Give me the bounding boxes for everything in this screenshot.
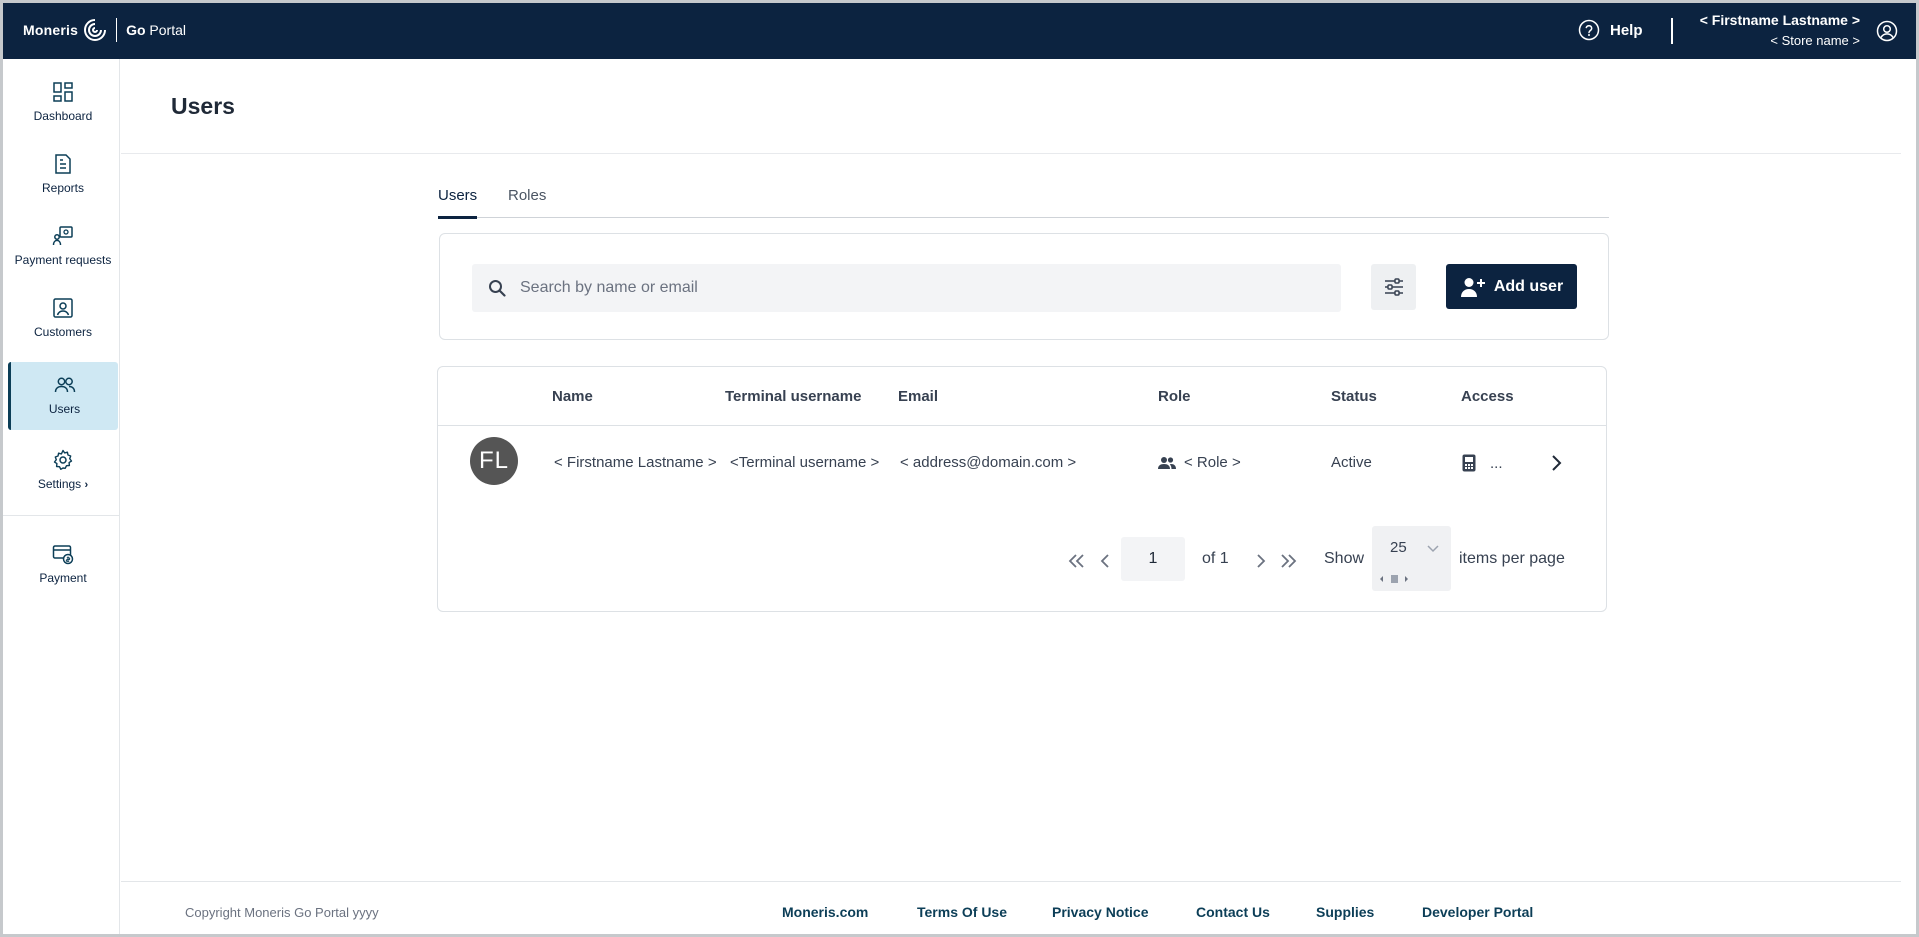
sidebar-item-dashboard[interactable]: Dashboard — [8, 69, 118, 137]
gear-icon — [53, 449, 73, 470]
footer-link-moneris[interactable]: Moneris.com — [782, 904, 868, 920]
footer-link-privacy[interactable]: Privacy Notice — [1052, 904, 1149, 920]
help-label: Help — [1610, 21, 1643, 39]
first-page-icon[interactable] — [1067, 553, 1087, 569]
sidebar-item-label: Payment — [39, 571, 87, 585]
page-header: Users — [121, 59, 1901, 154]
sidebar-item-label: Customers — [33, 325, 92, 339]
show-label: Show — [1324, 550, 1365, 567]
cell-status: Active — [1331, 454, 1372, 471]
column-header-role[interactable]: Role — [1158, 388, 1191, 405]
sidebar-item-label: Users — [48, 402, 81, 416]
select-scrollbar[interactable] — [1378, 574, 1412, 584]
role-label: < Role > — [1184, 454, 1241, 471]
app-frame: Moneris Go Portal Help < Firstname Lastn… — [0, 0, 1919, 937]
user-name: < Firstname Lastname > — [1699, 12, 1860, 28]
chevron-right-icon[interactable] — [1551, 453, 1563, 473]
sidebar-item-users[interactable]: Users — [8, 362, 118, 430]
sliders-icon — [1384, 278, 1403, 296]
previous-page-icon[interactable] — [1099, 553, 1111, 569]
users-icon — [54, 377, 75, 393]
sidebar-item-reports[interactable]: Reports — [8, 141, 118, 209]
brand-name: Moneris — [23, 22, 79, 38]
sidebar-divider — [3, 515, 120, 516]
cell-access: ... — [1462, 454, 1503, 472]
items-per-page-select[interactable]: 25 — [1372, 526, 1451, 591]
footer-link-supplies[interactable]: Supplies — [1316, 904, 1374, 920]
terminal-icon — [1462, 454, 1476, 472]
moneris-swirl-icon — [84, 19, 107, 41]
sidebar-item-payment-requests[interactable]: Payment requests — [8, 213, 118, 281]
page-title: Users — [171, 93, 235, 119]
cell-email: < address@domain.com > — [900, 454, 1077, 471]
items-per-page-label: items per page — [1459, 550, 1565, 567]
page-number-input[interactable] — [1121, 537, 1185, 581]
add-user-icon — [1460, 277, 1485, 297]
cell-role: < Role > — [1158, 454, 1241, 471]
brand-logo[interactable]: Moneris Go Portal — [23, 17, 186, 43]
column-header-status[interactable]: Status — [1331, 388, 1377, 405]
profile-icon[interactable] — [1876, 20, 1898, 42]
sidebar-item-label: Settings › — [38, 477, 88, 491]
pagination: of 1 Show 25 items per page — [438, 526, 1606, 591]
product-suffix: Portal — [149, 22, 186, 38]
role-group-icon — [1158, 456, 1176, 469]
search-box[interactable] — [472, 264, 1341, 312]
tab-roles[interactable]: Roles — [508, 187, 546, 216]
customers-icon — [53, 298, 73, 318]
column-header-email[interactable]: Email — [898, 388, 938, 405]
chevron-down-icon — [1427, 545, 1439, 553]
settings-label: Settings — [37, 477, 82, 491]
next-page-icon[interactable] — [1255, 553, 1267, 569]
sidebar-item-settings[interactable]: Settings › — [8, 437, 118, 505]
copyright: Copyright Moneris Go Portal yyyy — [185, 905, 379, 920]
chevron-right-icon: › — [84, 479, 89, 491]
filter-button[interactable] — [1371, 264, 1416, 310]
table-row[interactable]: FL < Firstname Lastname > <Terminal user… — [438, 427, 1606, 505]
product-name: Go Portal — [126, 22, 186, 38]
tab-users[interactable]: Users — [438, 187, 478, 219]
brand-divider — [116, 18, 118, 42]
payment-icon — [52, 545, 74, 565]
column-header-name[interactable]: Name — [552, 388, 593, 405]
sidebar-item-customers[interactable]: Customers — [8, 285, 118, 353]
cell-name: < Firstname Lastname > — [554, 454, 717, 471]
search-input[interactable] — [520, 279, 1320, 297]
sidebar-item-label: Reports — [41, 181, 85, 195]
add-user-label: Add user — [1493, 277, 1564, 295]
product-prefix: Go — [126, 22, 146, 38]
table-header: Name Terminal username Email Role Status… — [438, 367, 1606, 426]
column-header-access[interactable]: Access — [1461, 388, 1514, 405]
dashboard-icon — [53, 82, 73, 102]
sidebar-item-label: Dashboard — [33, 109, 93, 123]
cell-terminal-username: <Terminal username > — [730, 454, 880, 471]
last-page-icon[interactable] — [1278, 553, 1298, 569]
access-more: ... — [1490, 454, 1503, 472]
sidebar-item-payment[interactable]: Payment — [8, 531, 118, 599]
reports-icon — [55, 154, 71, 174]
footer-link-developer-portal[interactable]: Developer Portal — [1422, 904, 1533, 920]
footer-link-terms[interactable]: Terms Of Use — [917, 904, 1007, 920]
footer: Copyright Moneris Go Portal yyyy Moneris… — [121, 881, 1901, 934]
column-header-terminal-username[interactable]: Terminal username — [725, 388, 861, 405]
help-button[interactable]: Help — [1578, 19, 1643, 41]
per-page-value: 25 — [1390, 539, 1407, 556]
footer-link-contact[interactable]: Contact Us — [1196, 904, 1270, 920]
top-header: Moneris Go Portal Help < Firstname Lastn… — [3, 3, 1916, 59]
page-count-label: of 1 — [1202, 550, 1229, 567]
users-table: Name Terminal username Email Role Status… — [437, 366, 1607, 612]
header-divider — [1671, 18, 1673, 44]
search-card: Add user — [439, 233, 1609, 340]
store-name: < Store name > — [1770, 33, 1860, 48]
search-icon — [489, 280, 506, 297]
help-icon — [1578, 19, 1600, 41]
sidebar: Dashboard Reports Payment requests Custo… — [3, 59, 120, 934]
sidebar-item-label: Payment requests — [14, 253, 112, 267]
user-info[interactable]: < Firstname Lastname > < Store name > — [1700, 11, 1860, 50]
tab-bar: Users Roles — [438, 179, 1609, 219]
add-user-button[interactable]: Add user — [1446, 264, 1577, 309]
avatar: FL — [470, 437, 518, 485]
payment-requests-icon — [52, 226, 73, 246]
